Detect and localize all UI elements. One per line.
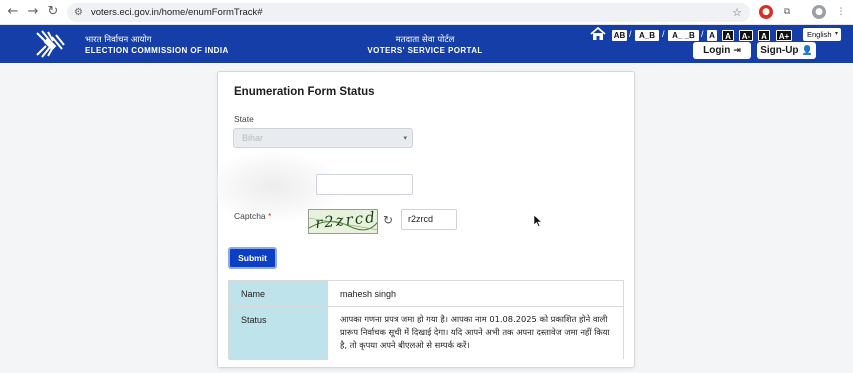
font-normal-button[interactable]: A xyxy=(758,30,770,41)
extensions-puzzle-icon[interactable]: ⧉ xyxy=(780,5,794,19)
font-decrease-button[interactable]: A- xyxy=(739,30,753,41)
extension-icon[interactable]: ● xyxy=(759,5,773,19)
contrast-light-button[interactable]: A xyxy=(707,30,717,41)
site-header: भारत निर्वाचन आयोग ELECTION COMMISSION O… xyxy=(0,25,853,63)
eci-hindi-title: भारत निर्वाचन आयोग xyxy=(85,35,152,45)
chevron-down-icon: ▾ xyxy=(403,134,407,142)
separator: / xyxy=(629,29,632,39)
enumeration-status-card: Enumeration Form Status State Bihar ▾ Ca… xyxy=(208,71,635,368)
back-arrow-icon[interactable]: ← xyxy=(5,4,21,20)
page-title: Enumeration Form Status xyxy=(234,86,375,98)
captcha-input[interactable]: r2zrcd xyxy=(401,209,457,230)
login-icon: ⇥ xyxy=(733,46,741,56)
add-user-icon: 👤 xyxy=(801,46,813,56)
login-label: Login xyxy=(703,45,731,56)
name-value: mahesh singh xyxy=(328,281,623,306)
eci-logo-icon xyxy=(36,30,65,58)
state-value: Bihar xyxy=(242,133,264,143)
mouse-cursor-icon xyxy=(534,215,542,227)
contrast-dark-button[interactable]: A xyxy=(722,30,734,41)
address-url[interactable]: voters.eci.gov.in/home/enumFormTrack# xyxy=(91,3,263,22)
reload-icon[interactable]: ↻ xyxy=(45,4,61,20)
profile-avatar-icon[interactable]: ● xyxy=(812,5,826,19)
address-bar[interactable]: ⚙ voters.eci.gov.in/home/enumFormTrack# … xyxy=(67,3,750,22)
forward-arrow-icon[interactable]: → xyxy=(25,4,41,20)
browser-toolbar: ← → ↻ ⚙ voters.eci.gov.in/home/enumFormT… xyxy=(0,0,853,25)
captcha-image: r2zrcd xyxy=(308,209,378,234)
portal-english-title: VOTERS' SERVICE PORTAL xyxy=(367,46,483,55)
spacing-2-button[interactable]: A_ _B xyxy=(668,30,699,41)
separator: / xyxy=(701,29,704,39)
spacing-1-button[interactable]: A_B xyxy=(635,30,659,41)
language-value: English xyxy=(807,30,832,39)
captcha-label: Captcha * xyxy=(234,211,271,221)
separator: / xyxy=(662,29,665,39)
bookmark-star-icon[interactable]: ☆ xyxy=(732,5,742,20)
status-value: आपका गणना प्रपत्र जमा हो गया है। आपका ना… xyxy=(328,307,623,360)
state-select[interactable]: Bihar ▾ xyxy=(233,128,413,148)
captcha-label-text: Captcha xyxy=(234,211,266,221)
submit-button[interactable]: Submit xyxy=(228,247,277,269)
chevron-down-icon: ▾ xyxy=(834,31,838,37)
contrast-normal-button[interactable]: AB xyxy=(612,30,627,41)
language-select[interactable]: English ▾ xyxy=(803,28,841,41)
portal-hindi-title: मतदाता सेवा पोर्टल xyxy=(395,35,455,45)
epic-number-input[interactable] xyxy=(316,174,413,195)
status-label: Status xyxy=(229,307,328,360)
home-icon[interactable] xyxy=(590,27,606,41)
result-table: Name mahesh singh Status आपका गणना प्रपत… xyxy=(228,280,624,360)
captcha-refresh-icon[interactable]: ↻ xyxy=(381,213,395,227)
signup-label: Sign-Up xyxy=(760,45,799,56)
login-button[interactable]: Login ⇥ xyxy=(693,42,751,59)
signup-button[interactable]: Sign-Up 👤 xyxy=(757,42,816,59)
eci-english-title: ELECTION COMMISSION OF INDIA xyxy=(85,46,229,55)
state-label: State xyxy=(234,114,254,124)
required-mark: * xyxy=(268,211,272,221)
font-increase-button[interactable]: A+ xyxy=(776,30,792,41)
site-settings-icon[interactable]: ⚙ xyxy=(74,6,83,19)
browser-menu-icon[interactable]: ⋮ xyxy=(834,5,848,19)
name-label: Name xyxy=(229,281,328,306)
